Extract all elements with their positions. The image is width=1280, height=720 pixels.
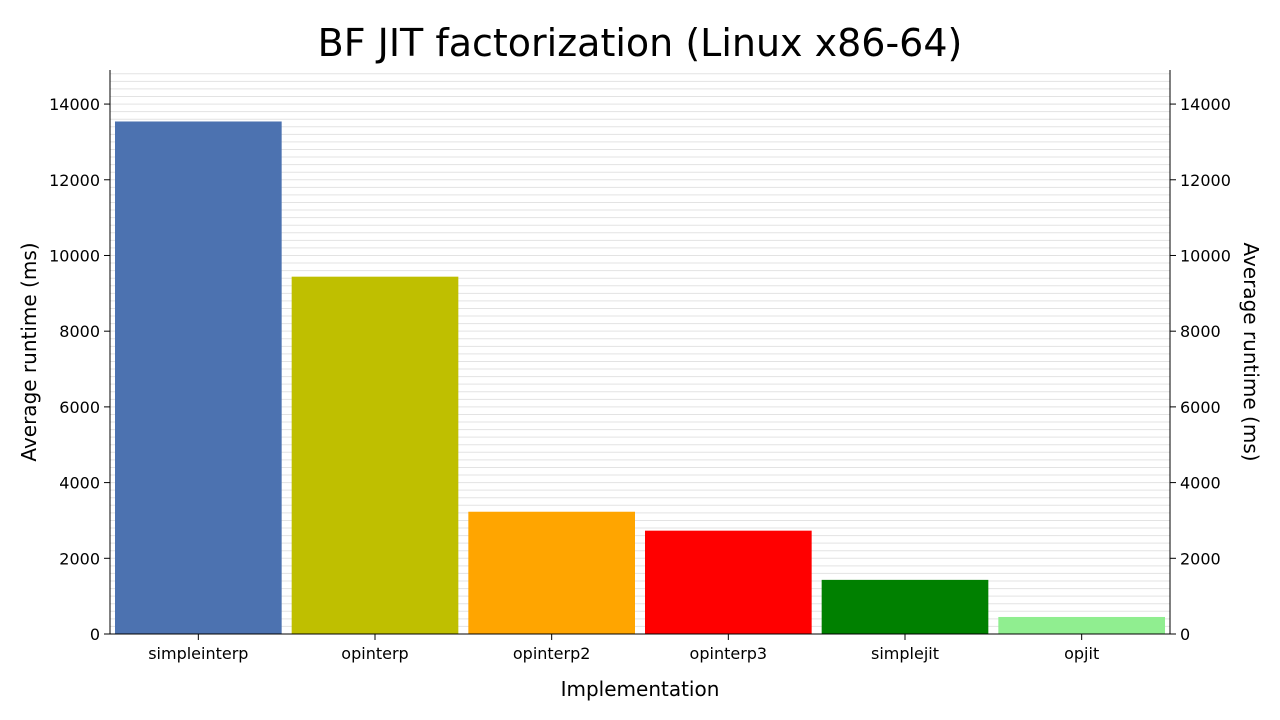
y-tick-label-left: 8000 [59,322,100,341]
y-tick-label-left: 14000 [49,95,100,114]
chart-title: BF JIT factorization (Linux x86-64) [318,21,963,65]
y-tick-label-right: 4000 [1180,474,1221,493]
y-tick-label-right: 0 [1180,625,1190,644]
bar-opinterp3 [645,530,812,634]
bar-opjit [998,616,1165,634]
bar-chart: BF JIT factorization (Linux x86-64) 0 200… [17,21,1263,701]
y-tick-label-left: 10000 [49,246,100,265]
y-axis-left-ticks: 0 2000 4000 6000 8000 10000 12000 14000 [49,95,110,644]
y-tick-label-right: 6000 [1180,398,1221,417]
y-axis-label-right: Average runtime (ms) [1239,242,1263,461]
y-tick-label-left: 0 [90,625,100,644]
bar-simpleinterp [115,121,282,635]
y-axis-right-ticks: 0 2000 4000 6000 8000 10000 12000 14000 [1170,95,1231,644]
x-tick-label-opinterp: opinterp [341,644,408,663]
x-tick-label-opinterp2: opinterp2 [513,644,591,663]
y-tick-label-right: 8000 [1180,322,1221,341]
y-tick-label-left: 2000 [59,549,100,568]
bar-simplejit [821,579,989,634]
x-tick-label-simpleinterp: simpleinterp [148,644,248,663]
x-tick-label-simplejit: simplejit [871,644,939,663]
y-tick-label-right: 2000 [1180,549,1221,568]
y-tick-label-left: 4000 [59,474,100,493]
x-tick-label-opinterp3: opinterp3 [690,644,768,663]
x-tick-label-opjit: opjit [1064,644,1099,663]
bar-opinterp [291,276,459,634]
bars [115,121,1165,635]
x-axis-label: Implementation [561,677,720,701]
y-axis-label-left: Average runtime (ms) [17,242,41,461]
bar-opinterp2 [468,511,635,634]
y-tick-label-right: 14000 [1180,95,1231,114]
x-axis-ticks: simpleinterp opinterp opinterp2 opinterp3 si… [148,634,1099,663]
y-tick-label-left: 6000 [59,398,100,417]
y-tick-label-right: 12000 [1180,171,1231,190]
y-tick-label-left: 12000 [49,171,100,190]
y-tick-label-right: 10000 [1180,246,1231,265]
